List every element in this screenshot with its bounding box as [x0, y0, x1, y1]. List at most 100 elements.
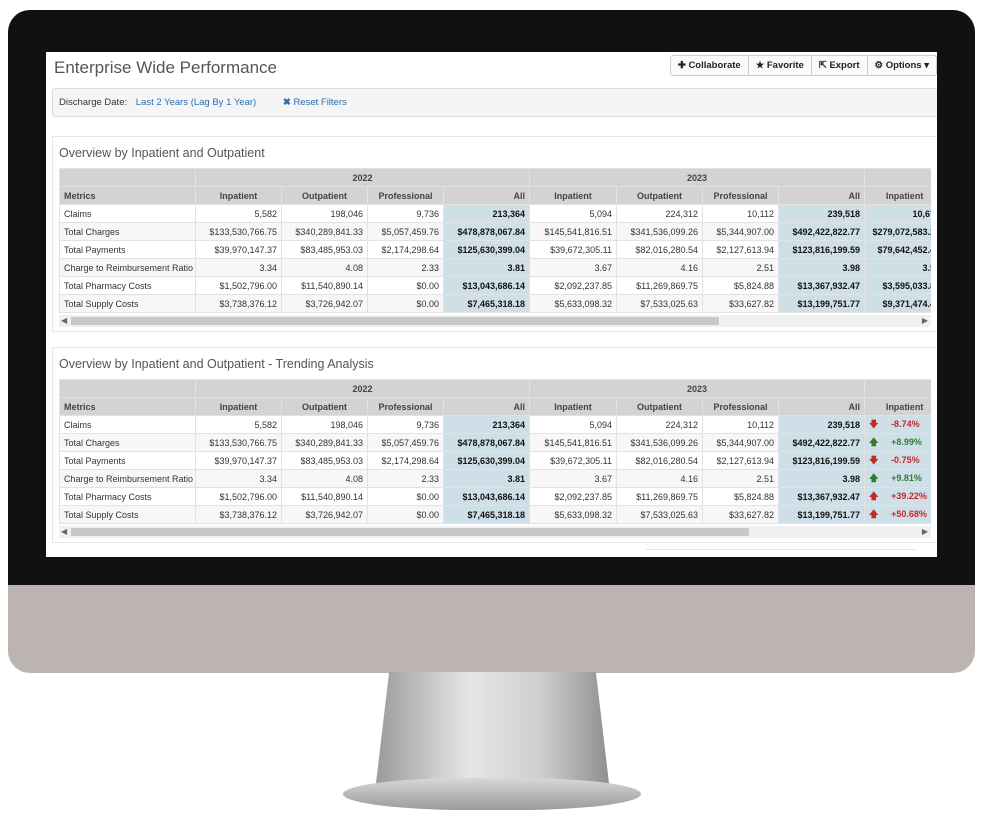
cell-value: $33,627.82 [702, 505, 780, 524]
cell-value: 3.67 [529, 258, 618, 277]
trend-value: +50.68% [891, 508, 927, 519]
horizontal-scrollbar[interactable]: ◀ ▶ [59, 526, 931, 538]
column-header-inpatient: Inpatient [195, 397, 282, 416]
cell-value: $11,540,890.14 [281, 276, 368, 295]
year-header-row: 2022 2023 [59, 168, 931, 187]
star-icon: ★ [755, 60, 767, 71]
cell-value: 198,046 [281, 415, 368, 434]
cell-value: $5,633,098.32 [529, 294, 618, 313]
cell-value: $133,530,766.75 [195, 222, 282, 241]
cell-value: $3,726,942.07 [281, 294, 368, 313]
reset-filters-link[interactable]: ✖ Reset Filters [283, 97, 353, 108]
cell-value: 213,364 [442, 415, 531, 434]
cell-value: $478,878,067.84 [442, 222, 531, 241]
cell-value: $145,541,816.51 [529, 222, 618, 241]
cell-value: $145,541,816.51 [529, 433, 618, 452]
horizontal-scrollbar[interactable]: ◀ ▶ [59, 315, 931, 327]
column-header-metrics: Metrics [59, 186, 196, 205]
cell-value: $39,672,305.11 [529, 451, 618, 470]
cell-value: $13,367,932.47 [778, 276, 866, 295]
scrollbar-thumb[interactable] [71, 317, 719, 325]
cell-value: $3,738,376.12 [195, 294, 282, 313]
table-row: Total Payments $39,970,147.37 $83,485,953.… [59, 451, 931, 470]
cell-value: $79,642,452.48 [864, 240, 931, 259]
trend-value: +9.81% [891, 472, 922, 483]
cell-value: 2.51 [702, 469, 780, 488]
cell-value: $341,536,099.26 [616, 222, 704, 241]
cell-value: 5,582 [195, 415, 282, 434]
export-button[interactable]: ⇱ Export [810, 56, 867, 75]
metric-name: Charge to Reimbursement Ratio [59, 258, 196, 277]
cell-value: 224,312 [616, 415, 704, 434]
panel-trending: Overview by Inpatient and Outpatient - T… [52, 347, 937, 543]
cell-value: 5,094 [529, 204, 618, 223]
cell-value: $7,533,025.63 [616, 294, 704, 313]
toolbar: ✚ Collaborate ★ Favorite ⇱ Export ⚙ Opti… [669, 55, 937, 76]
discharge-date-filter[interactable]: Last 2 Years (Lag By 1 Year) [136, 97, 256, 108]
scroll-left-icon[interactable]: ◀ [61, 316, 67, 325]
column-header-outpatient: Outpatient [281, 397, 368, 416]
monitor-chin [8, 585, 975, 673]
metric-name: Claims [59, 204, 196, 223]
cell-value: 10,112 [702, 204, 780, 223]
cell-value: 2.33 [367, 258, 444, 277]
cell-value: $13,199,751.77 [778, 294, 866, 313]
cell-value: 3.50 [864, 258, 931, 277]
export-icon: ⇱ [818, 60, 830, 71]
scroll-right-icon[interactable]: ▶ [922, 316, 928, 325]
cell-value: 3.81 [442, 469, 531, 488]
cell-value: $340,289,841.33 [281, 433, 368, 452]
table-row: Claims 5,582 198,046 9,736 213,364 5,094 224,3… [59, 204, 931, 223]
filter-bar: Discharge Date: Last 2 Years (Lag By 1 Y… [52, 88, 937, 117]
cell-value: 4.08 [281, 469, 368, 488]
table-row: Charge to Reimbursement Ratio 3.34 4.08 2.3… [59, 469, 931, 488]
header-blank [59, 379, 196, 398]
cell-value: 4.16 [616, 258, 704, 277]
column-header-all: All [442, 186, 531, 205]
cell-value: $5,824.88 [702, 487, 780, 506]
cell-value: 5,094 [529, 415, 618, 434]
scroll-right-icon[interactable]: ▶ [922, 527, 928, 536]
scroll-left-icon[interactable]: ◀ [61, 527, 67, 536]
cell-value: $5,824.88 [702, 276, 780, 295]
column-header-professional: Professional [702, 186, 780, 205]
screen: Enterprise Wide Performance ✚ Collaborat… [46, 52, 937, 557]
column-header-outpatient: Outpatient [616, 186, 704, 205]
cell-value: $82,016,280.54 [616, 240, 704, 259]
column-header-all: All [778, 186, 866, 205]
cell-value: $0.00 [367, 505, 444, 524]
page-title: Enterprise Wide Performance [54, 58, 277, 77]
cell-value: $3,595,033.84 [864, 276, 931, 295]
cell-value: 4.08 [281, 258, 368, 277]
scrollbar-thumb[interactable] [71, 528, 749, 536]
cell-value: 3.81 [442, 258, 531, 277]
options-button[interactable]: ⚙ Options ▾ [866, 56, 936, 75]
table-row: Total Payments $39,970,147.37 $83,485,953.… [59, 240, 931, 259]
cell-value: $7,465,318.18 [442, 505, 531, 524]
collaborate-button[interactable]: ✚ Collaborate [671, 56, 748, 75]
divider [646, 549, 916, 550]
table-row: Charge to Reimbursement Ratio 3.34 4.08 2.3… [59, 258, 931, 277]
column-header-professional: Professional [367, 186, 444, 205]
trend-cell: 🡇 -8.74% [864, 415, 931, 434]
column-header-inpatient: Inpatient [529, 186, 618, 205]
cell-value: $3,738,376.12 [195, 505, 282, 524]
cell-value: 239,518 [778, 415, 866, 434]
favorite-button[interactable]: ★ Favorite [747, 56, 811, 75]
column-header-row: Metrics Inpatient Outpatient Professional Al… [59, 397, 931, 416]
arrow-down-icon: 🡇 [869, 418, 879, 429]
column-header-professional: Professional [702, 397, 780, 416]
metric-name: Total Charges [59, 222, 196, 241]
header-blank [59, 168, 196, 187]
cell-value: $11,269,869.75 [616, 487, 704, 506]
cell-value: 3.34 [195, 258, 282, 277]
metric-name: Total Supply Costs [59, 294, 196, 313]
cell-value: $33,627.82 [702, 294, 780, 313]
trend-value: +8.99% [891, 436, 922, 447]
monitor-stand [375, 672, 610, 792]
cell-value: 224,312 [616, 204, 704, 223]
column-header-professional: Professional [367, 397, 444, 416]
close-icon: ✖ [282, 97, 294, 108]
cell-value: 2.33 [367, 469, 444, 488]
cell-value: $39,970,147.37 [195, 451, 282, 470]
